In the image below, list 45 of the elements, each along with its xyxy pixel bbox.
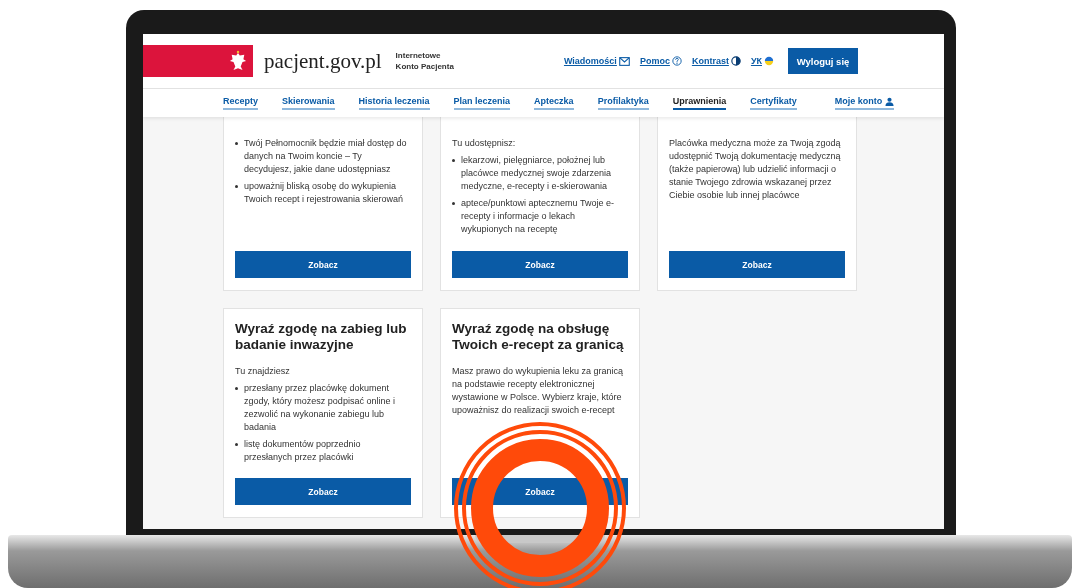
card-text: Tu znajdziesz bbox=[235, 365, 291, 378]
logo-subtitle: Konto Pacjenta bbox=[395, 61, 454, 72]
header-link[interactable]: УК bbox=[750, 56, 774, 66]
see-button[interactable]: Zobacz bbox=[669, 251, 845, 278]
bullet-icon bbox=[235, 142, 238, 145]
see-button[interactable]: Zobacz bbox=[235, 478, 411, 505]
help-icon bbox=[671, 56, 682, 66]
nav-tab[interactable]: Profilaktyka bbox=[597, 96, 649, 110]
card-bullet: aptece/punktowi aptecznemu Twoje e-recepty i informacje o lekach wykupionych na receptę bbox=[461, 197, 615, 236]
bullet-icon bbox=[452, 159, 455, 162]
contrast-icon bbox=[730, 56, 741, 66]
nav-tab[interactable]: Skierowania bbox=[282, 96, 335, 110]
bullet-icon bbox=[235, 185, 238, 188]
header-link[interactable]: Pomoc bbox=[639, 56, 682, 66]
card-text: Masz prawo do wykupienia leku za granicą na podstawie recepty elektronicznej wystawione w Polsce. Wybierz kraje, które upoważnisz do realizacji swoich e-recept bbox=[452, 365, 625, 417]
nav-tab[interactable]: Certyfikaty bbox=[750, 96, 797, 110]
header-link[interactable]: Wiadomości bbox=[563, 56, 630, 66]
bullet-icon bbox=[235, 443, 238, 446]
card-bullet: lekarzowi, pielęgniarce, położnej lub placówce medycznej swoje zdarzenia medyczne, e-recepty i e-skierowania bbox=[461, 154, 613, 193]
card-text: Placówka medyczna może za Twoją zgodą udostępnić Twoją dokumentację medyczną (także papierową) lub udzielić informacji o stanie Twojego zdrowia wskazanej przez Ciebie osobie lub innej placówce bbox=[669, 137, 842, 202]
site-logo[interactable]: pacjent.gov.pl bbox=[264, 48, 382, 74]
nav-tab[interactable]: Uprawnienia bbox=[672, 96, 727, 110]
logout-button[interactable]: Wyloguj się bbox=[788, 48, 858, 74]
nav-tab[interactable]: Historia leczenia bbox=[358, 96, 430, 110]
card-bullet: przesłany przez placówkę dokument zgody, który możesz podpisać online i zezwolić na wykonanie zabiegu lub badania bbox=[244, 382, 396, 434]
eagle-emblem-icon bbox=[229, 50, 247, 72]
nav-tab[interactable]: Apteczka bbox=[534, 96, 574, 110]
account-link[interactable]: Moje konto bbox=[834, 96, 895, 110]
nav-tab[interactable]: Recepty bbox=[223, 96, 258, 110]
card-bullet: Twój Pełnomocnik będzie miał dostęp do danych na Twoim koncie – Ty decydujesz, jakie dane udostępniasz bbox=[244, 137, 408, 176]
ukraine-flag-icon bbox=[764, 56, 774, 66]
bullet-icon bbox=[235, 387, 238, 390]
header-link[interactable]: Kontrast bbox=[691, 56, 741, 66]
logo-subtitle: Internetowe bbox=[395, 50, 442, 61]
see-button[interactable]: Zobacz bbox=[235, 251, 411, 278]
user-icon bbox=[885, 96, 895, 106]
nav-tab[interactable]: Plan leczenia bbox=[453, 96, 511, 110]
card-title: Wyraź zgodę na obsługę Twoich e-recept za granicą bbox=[452, 321, 625, 353]
bullet-icon bbox=[452, 202, 455, 205]
see-button[interactable]: Zobacz bbox=[452, 251, 628, 278]
card-bullet: listę dokumentów poprzednio przesłanych przez placówki bbox=[244, 438, 362, 464]
envelope-icon bbox=[618, 56, 630, 66]
card-title: Wyraź zgodę na zabieg lub badanie inwazyjne bbox=[235, 321, 408, 353]
card-bullet: upoważnij bliską osobę do wykupienia Twoich recept i rejestrowania skierowań bbox=[244, 180, 405, 206]
card-text: Tu udostępnisz: bbox=[452, 137, 517, 150]
